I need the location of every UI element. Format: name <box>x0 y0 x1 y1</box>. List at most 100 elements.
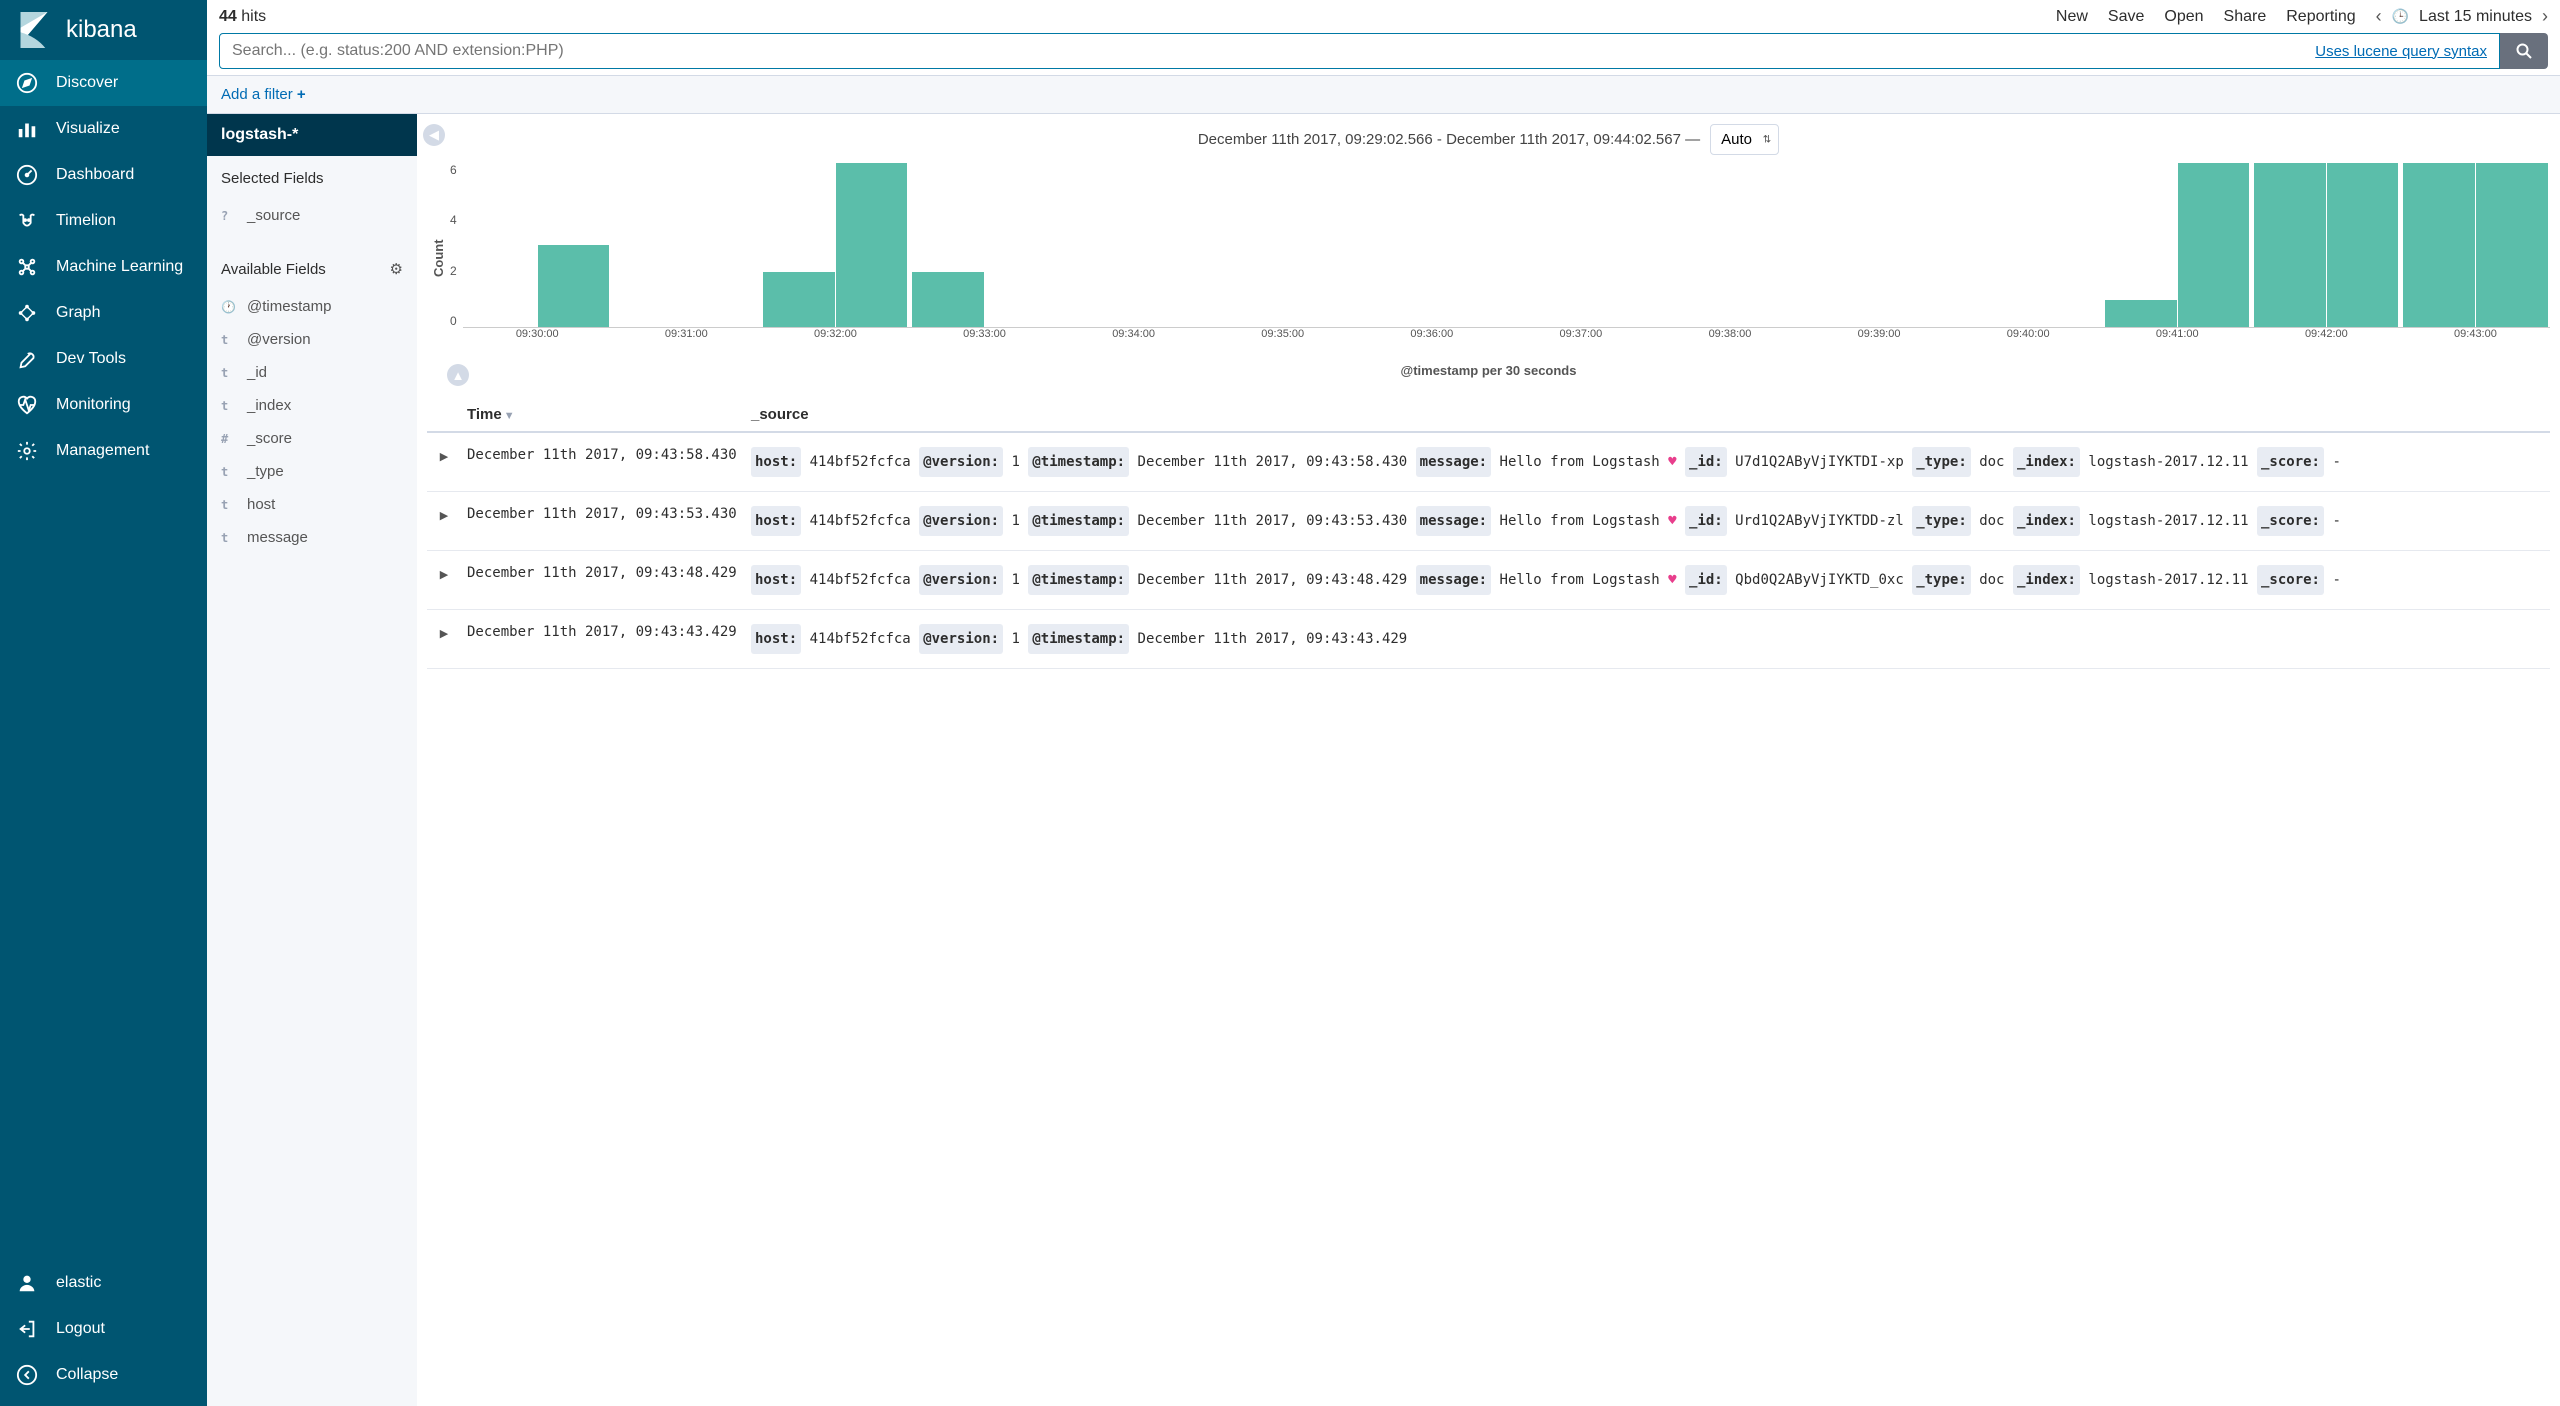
management-icon <box>16 440 38 462</box>
heart-icon: ♥ <box>1668 513 1676 529</box>
source-key: _type: <box>1912 506 1971 536</box>
x-tick: 09:36:00 <box>1357 328 1506 340</box>
nav-footer-collapse[interactable]: Collapse <box>0 1352 207 1398</box>
kibana-logo[interactable]: kibana <box>0 0 207 60</box>
x-tick: 09:34:00 <box>1059 328 1208 340</box>
table-row: ▶December 11th 2017, 09:43:53.430host: 4… <box>427 492 2550 551</box>
source-key: @version: <box>919 506 1003 536</box>
nav-item-devtools[interactable]: Dev Tools <box>0 336 207 382</box>
y-tick: 0 <box>450 314 457 328</box>
nav-item-monitoring[interactable]: Monitoring <box>0 382 207 428</box>
index-pattern-selector[interactable]: logstash-* <box>207 114 417 156</box>
new-button[interactable]: New <box>2056 8 2088 26</box>
source-key: _id: <box>1685 506 1727 536</box>
field-item[interactable]: thost <box>221 488 403 521</box>
expand-chart-button[interactable]: ▲ <box>447 364 469 386</box>
bar-slot <box>2401 163 2550 327</box>
field-name: @timestamp <box>247 298 331 315</box>
column-header-source[interactable]: _source <box>751 406 2550 423</box>
histogram-bar[interactable] <box>2254 163 2326 327</box>
x-tick: 09:37:00 <box>1506 328 1655 340</box>
x-tick: 09:43:00 <box>2401 328 2550 340</box>
bar-slot <box>2252 163 2401 327</box>
nav-item-graph[interactable]: Graph <box>0 290 207 336</box>
field-item[interactable]: t_type <box>221 455 403 488</box>
collapse-sidebar-button[interactable]: ◀ <box>423 124 445 146</box>
source-value: December 11th 2017, 09:43:58.430 <box>1138 454 1408 470</box>
nav-item-discover[interactable]: Discover <box>0 60 207 106</box>
heart-icon: ♥ <box>1668 454 1676 470</box>
lucene-syntax-link[interactable]: Uses lucene query syntax <box>2315 43 2487 60</box>
time-prev-button[interactable]: ‹ <box>2376 6 2382 27</box>
nav-item-dashboard[interactable]: Dashboard <box>0 152 207 198</box>
row-source: host: 414bf52fcfca @version: 1 @timestam… <box>751 506 2550 536</box>
source-value: logstash-2017.12.11 <box>2088 454 2248 470</box>
nav-item-label: Monitoring <box>56 396 131 414</box>
expand-row-button[interactable]: ▶ <box>427 506 461 536</box>
histogram-bar[interactable] <box>763 272 835 327</box>
histogram-bar[interactable] <box>2476 163 2548 327</box>
field-type-icon: # <box>221 432 237 446</box>
nav-item-timelion[interactable]: Timelion <box>0 198 207 244</box>
histogram-bar[interactable] <box>2403 163 2475 327</box>
field-item[interactable]: 🕐@timestamp <box>221 290 403 323</box>
expand-row-button[interactable]: ▶ <box>427 447 461 477</box>
nav-footer-logout[interactable]: Logout <box>0 1306 207 1352</box>
field-name: _id <box>247 364 267 381</box>
source-key: @timestamp: <box>1028 506 1129 536</box>
documents-table: Time▼ _source ▶December 11th 2017, 09:43… <box>427 398 2550 669</box>
histogram-bar[interactable] <box>912 272 984 327</box>
bar-slot <box>1954 163 2103 327</box>
source-key: _score: <box>2257 506 2324 536</box>
histogram-bar[interactable] <box>2327 163 2399 327</box>
x-tick: 09:33:00 <box>910 328 1059 340</box>
field-item[interactable]: t@version <box>221 323 403 356</box>
bar-slot <box>1506 163 1655 327</box>
save-button[interactable]: Save <box>2108 8 2144 26</box>
sort-desc-icon: ▼ <box>504 410 515 422</box>
histogram-bar[interactable] <box>2178 163 2250 327</box>
time-next-button[interactable]: › <box>2542 6 2548 27</box>
gear-icon[interactable]: ⚙ <box>390 260 403 278</box>
field-type-icon: t <box>221 531 237 545</box>
source-key: @timestamp: <box>1028 565 1129 595</box>
interval-select[interactable]: Auto <box>1710 124 1779 155</box>
table-row: ▶December 11th 2017, 09:43:58.430host: 4… <box>427 433 2550 492</box>
row-time: December 11th 2017, 09:43:48.429 <box>461 565 751 595</box>
search-input[interactable] <box>232 42 2315 60</box>
expand-row-button[interactable]: ▶ <box>427 624 461 654</box>
field-item[interactable]: #_score <box>221 422 403 455</box>
field-item[interactable]: ?_source <box>221 199 403 232</box>
histogram-bar[interactable] <box>2105 300 2177 327</box>
field-name: host <box>247 496 275 513</box>
expand-row-button[interactable]: ▶ <box>427 565 461 595</box>
row-time: December 11th 2017, 09:43:53.430 <box>461 506 751 536</box>
time-range-button[interactable]: Last 15 minutes <box>2419 8 2532 26</box>
reporting-button[interactable]: Reporting <box>2286 8 2355 26</box>
x-tick: 09:35:00 <box>1208 328 1357 340</box>
field-item[interactable]: t_index <box>221 389 403 422</box>
column-header-time[interactable]: Time▼ <box>461 406 751 423</box>
source-key: host: <box>751 565 801 595</box>
source-key: @version: <box>919 565 1003 595</box>
add-filter-button[interactable]: Add a filter + <box>221 86 306 103</box>
nav-item-label: Logout <box>56 1320 105 1338</box>
field-item[interactable]: t_id <box>221 356 403 389</box>
histogram-bar[interactable] <box>836 163 908 327</box>
nav-item-label: Visualize <box>56 120 120 138</box>
table-row: ▶December 11th 2017, 09:43:48.429host: 4… <box>427 551 2550 610</box>
source-key: host: <box>751 447 801 477</box>
share-button[interactable]: Share <box>2224 8 2267 26</box>
nav-footer-user[interactable]: elastic <box>0 1260 207 1306</box>
x-axis-label: @timestamp per 30 seconds <box>427 363 2550 378</box>
nav-item-management[interactable]: Management <box>0 428 207 474</box>
search-button[interactable] <box>2500 33 2548 69</box>
x-tick: 09:38:00 <box>1655 328 1804 340</box>
nav-item-ml[interactable]: Machine Learning <box>0 244 207 290</box>
discover-content: ◀ December 11th 2017, 09:29:02.566 - Dec… <box>417 114 2560 1406</box>
field-type-icon: t <box>221 399 237 413</box>
open-button[interactable]: Open <box>2164 8 2203 26</box>
nav-item-visualize[interactable]: Visualize <box>0 106 207 152</box>
field-item[interactable]: tmessage <box>221 521 403 554</box>
histogram-bar[interactable] <box>538 245 610 327</box>
